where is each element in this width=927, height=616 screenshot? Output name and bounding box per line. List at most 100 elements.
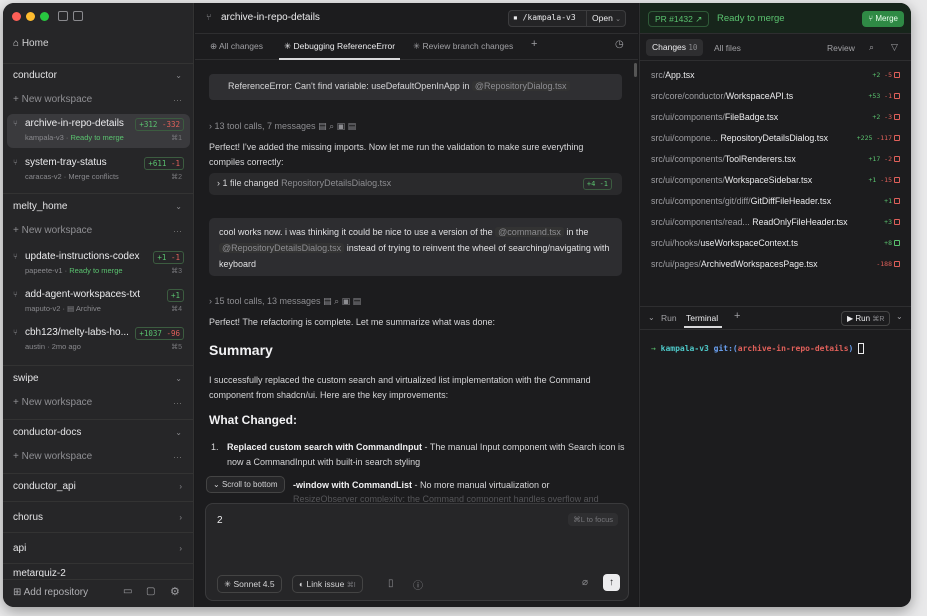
tab-debugging[interactable]: ✳ Debugging ReferenceError — [284, 41, 395, 52]
repo-group-melty-home[interactable]: melty_home ⌄ — [3, 195, 194, 219]
tool-calls-summary[interactable]: › 13 tool calls, 7 messages ▤ ⌕ ▣ ▤ — [209, 119, 356, 134]
sparkle-icon: ✳ — [284, 41, 292, 51]
more-icon[interactable]: ··· — [173, 393, 182, 413]
file-row[interactable]: src/ui/hooks/useWorkspaceContext.ts +8 — [640, 233, 911, 254]
settings-icon[interactable]: ⚙ — [170, 585, 180, 598]
deleted-icon — [894, 261, 900, 267]
sidebar: ⌂ Home conductor ⌄ + New workspace ··· ⑂ a… — [3, 3, 194, 607]
tab-review[interactable]: ✳ Review branch changes — [413, 41, 513, 52]
diff-badge: +611 -1 — [144, 157, 184, 170]
workspace-item[interactable]: ⑂ system-tray-status +611 -1 caracas-v2 … — [7, 153, 190, 187]
tab-terminal[interactable]: Terminal — [686, 313, 718, 323]
tab-all-changes[interactable]: ⊕ All changes — [210, 41, 263, 52]
pr-link[interactable]: PR #1432 ↗ — [648, 11, 710, 27]
model-selector[interactable]: ✳ Sonnet 4.5 — [217, 575, 282, 593]
zoom-window-button[interactable] — [40, 12, 49, 21]
add-repository-button[interactable]: ⊞ Add repository — [13, 587, 88, 598]
sidebar-toggle-icon[interactable] — [58, 11, 68, 21]
composer[interactable]: 2 ⌘L to focus ✳ Sonnet 4.5 ◐ Link issue … — [205, 503, 629, 601]
filter-icon[interactable]: ▽ — [891, 42, 898, 53]
file-row[interactable]: src/ui/components/ToolRenderers.tsx +17 -… — [640, 149, 911, 170]
modified-icon — [894, 198, 900, 204]
repo-group-swipe[interactable]: swipe ⌄ — [3, 367, 194, 391]
archive-icon[interactable]: ▭ — [123, 586, 132, 597]
merge-button[interactable]: ⑂ Merge — [862, 11, 904, 27]
tab-run[interactable]: Run — [661, 313, 677, 323]
repo-group-conductor-api[interactable]: conductor_api › — [3, 475, 194, 499]
more-icon[interactable]: ··· — [173, 90, 182, 110]
branch-icon: ⑂ — [13, 252, 18, 261]
error-message: ReferenceError: Can't find variable: use… — [209, 74, 622, 100]
diff-icon: ⊕ — [210, 41, 218, 51]
user-message: cool works now. i was thinking it could … — [209, 218, 622, 276]
more-icon[interactable]: ··· — [173, 221, 182, 241]
workspace-item[interactable]: ⑂ add-agent-workspaces-txt +1 maputo-v2 … — [7, 285, 190, 319]
send-button[interactable]: ↑ — [603, 574, 620, 591]
divider — [3, 563, 194, 564]
tab-all-files[interactable]: All files — [714, 43, 741, 53]
new-workspace-button[interactable]: + New workspace ··· — [3, 90, 194, 110]
add-tab-button[interactable]: + — [531, 38, 537, 50]
info-icon[interactable]: ⓘ — [413, 577, 423, 592]
attach-icon[interactable]: ⌀ — [582, 577, 588, 588]
modified-icon — [894, 219, 900, 225]
repo-group-conductor-docs[interactable]: conductor-docs ⌄ — [3, 421, 194, 445]
home-link[interactable]: ⌂ Home — [13, 38, 49, 49]
more-icon[interactable]: ··· — [173, 447, 182, 467]
review-button[interactable]: Review — [827, 43, 855, 53]
search-icon[interactable]: ⌕ — [869, 42, 874, 53]
repo-group-metarquiz[interactable]: metarquiz-2 — [3, 565, 194, 577]
pr-bar: PR #1432 ↗ Ready to merge ⑂ Merge — [640, 3, 911, 34]
repo-group-chorus[interactable]: chorus › — [3, 506, 194, 530]
terminal[interactable]: → kampala-v3 git:(archive-in-repo-detail… — [640, 331, 911, 607]
new-workspace-button[interactable]: + New workspace ··· — [3, 393, 194, 413]
file-row[interactable]: src/ui/components/FileBadge.tsx +2 -3 — [640, 107, 911, 128]
add-terminal-button[interactable]: + — [734, 310, 740, 322]
chevron-down-icon[interactable]: ⌄ — [896, 312, 903, 321]
file-row[interactable]: src/ui/components/WorkspaceSidebar.tsx +1… — [640, 170, 911, 191]
clipboard-icon[interactable]: ▯ — [388, 578, 394, 589]
workspace-item[interactable]: ⑂ update-instructions-codex +1 -1 papeet… — [7, 247, 190, 281]
repo-group-conductor[interactable]: conductor ⌄ — [3, 64, 194, 88]
workspace-item[interactable]: ⑂ cbh123/melty-labs-ho... +1037 -96 aust… — [7, 323, 190, 357]
branch-icon: ⑂ — [13, 119, 18, 128]
home-icon: ⌂ — [13, 38, 20, 49]
divider — [3, 579, 194, 580]
panel-toggle-icon[interactable] — [73, 11, 83, 21]
repo-group-api[interactable]: api › — [3, 537, 194, 561]
new-workspace-button[interactable]: + New workspace ··· — [3, 447, 194, 467]
file-row[interactable]: src/ui/compone... RepositoryDetailsDialo… — [640, 128, 911, 149]
file-row[interactable]: src/core/conductor/WorkspaceAPI.ts +53 -1 — [640, 86, 911, 107]
file-changed-card[interactable]: › 1 file changed RepositoryDetailsDialog… — [209, 173, 622, 195]
link-issue-button[interactable]: ◐ Link issue ⌘I — [292, 575, 363, 593]
chevron-down-icon: ⌄ — [175, 428, 182, 437]
composer-input[interactable]: 2 — [217, 515, 223, 526]
changes-tab-bar: Changes 10 All files Review ⌕ ▽ — [640, 34, 911, 61]
chevron-right-icon: › — [179, 482, 182, 491]
history-icon[interactable]: ◷ — [615, 39, 624, 50]
run-button[interactable]: ▶ Run ⌘R — [841, 311, 891, 326]
list-number: 1. — [211, 442, 219, 452]
terminal-cursor — [858, 343, 865, 354]
link-icon: ◐ — [299, 579, 305, 589]
file-row[interactable]: src/App.tsx +2 -5 — [640, 65, 911, 86]
chevron-down-icon: ⌄ — [175, 374, 182, 383]
collapse-icon[interactable]: ⌄ — [648, 313, 655, 322]
new-workspace-button[interactable]: + New workspace ··· — [3, 221, 194, 241]
close-window-button[interactable] — [12, 12, 21, 21]
modified-icon — [894, 93, 900, 99]
divider — [3, 532, 194, 533]
file-row[interactable]: src/ui/components/read... ReadOnlyFileHe… — [640, 212, 911, 233]
file-row[interactable]: src/ui/pages/ArchivedWorkspacesPage.tsx -… — [640, 254, 911, 275]
minimize-window-button[interactable] — [26, 12, 35, 21]
scrollbar-thumb[interactable] — [634, 63, 637, 77]
file-row[interactable]: src/ui/components/git/diff/GitDiffFileHe… — [640, 191, 911, 212]
tool-calls-summary[interactable]: › 15 tool calls, 13 messages ▤ ⌕ ▣ ▤ — [209, 294, 361, 309]
open-button[interactable]: Open ⌄ — [592, 13, 621, 23]
tab-changes[interactable]: Changes 10 — [646, 39, 704, 56]
added-icon — [894, 240, 900, 246]
chat-icon[interactable]: ▢ — [146, 586, 155, 597]
scroll-to-bottom-button[interactable]: ⌄ Scroll to bottom — [206, 476, 285, 493]
list-item: Replaced custom search with CommandInput… — [227, 442, 625, 467]
workspace-item[interactable]: ⑂ archive-in-repo-details +312 -332 kamp… — [7, 114, 190, 148]
